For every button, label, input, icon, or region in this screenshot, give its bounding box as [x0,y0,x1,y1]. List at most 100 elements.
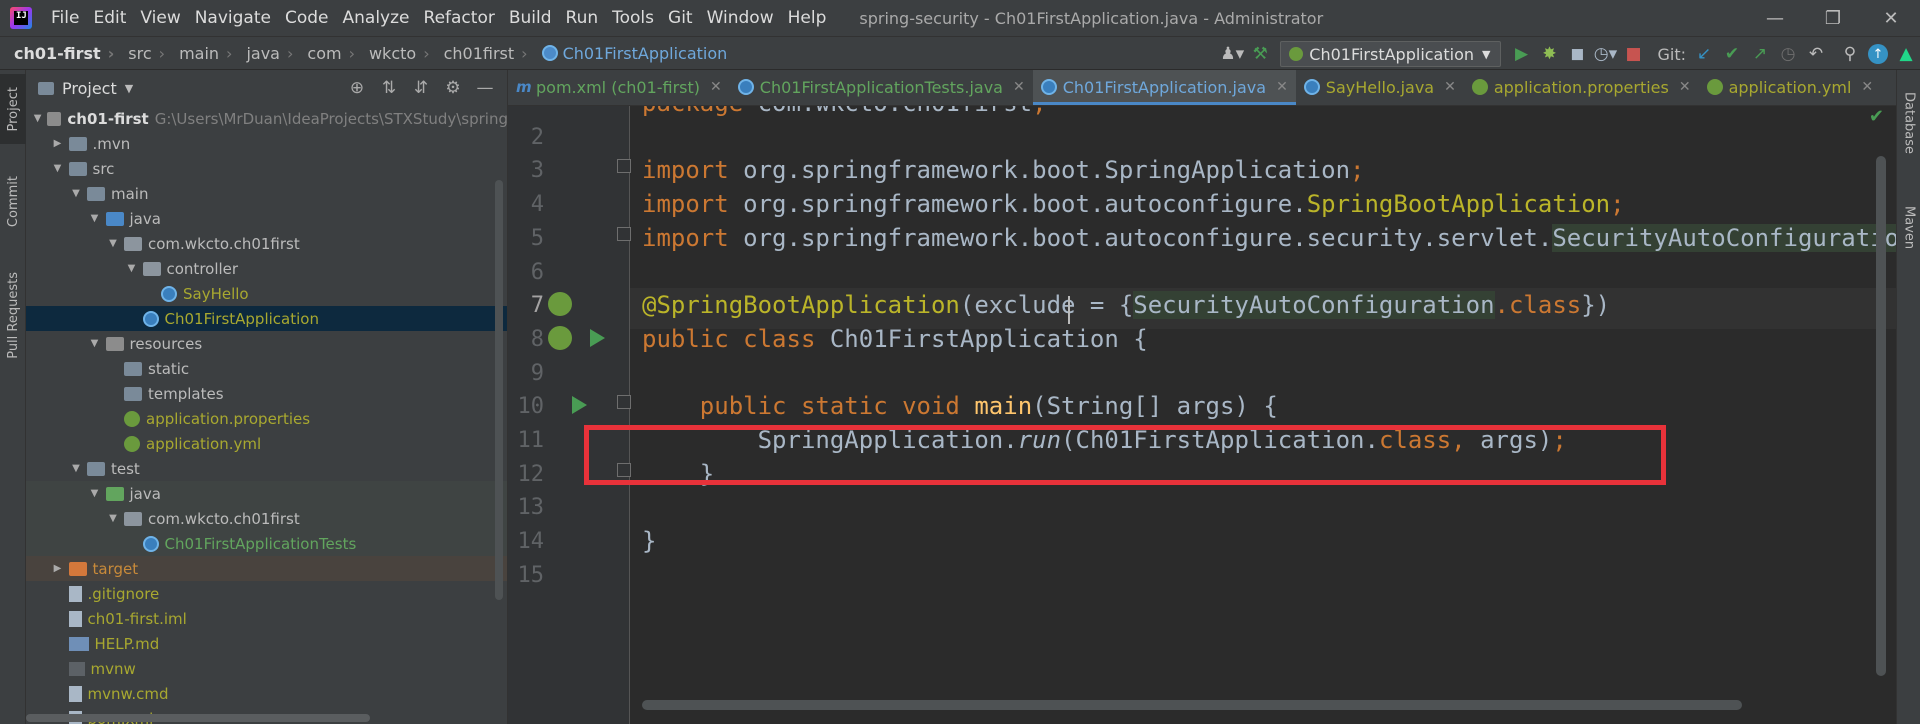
stop-icon[interactable]: ■ [1619,40,1647,68]
expand-all-icon[interactable]: ⇅ [373,78,405,98]
coverage-icon[interactable]: ◼ [1563,40,1591,68]
chevron-down-icon[interactable]: ▼ [88,488,102,499]
breadcrumb-item[interactable]: main › [165,44,232,63]
menu-build[interactable]: Build [502,0,559,36]
tree-vertical-scrollbar[interactable] [495,180,503,600]
chevron-down-icon[interactable]: ▼ [106,513,120,524]
close-icon[interactable]: ✕ [1013,79,1025,95]
menu-refactor[interactable]: Refactor [417,0,502,36]
git-push-icon[interactable]: ↗ [1746,40,1774,68]
tree-item[interactable]: ▶ .mvn [26,131,507,156]
breadcrumb-item[interactable]: wkcto › [355,44,430,63]
menu-file[interactable]: File [44,0,86,36]
tree-item[interactable]: SayHello [26,281,507,306]
build-hammer-icon[interactable]: ⚒ [1246,40,1274,68]
tree-item[interactable]: ▼ ch01-first G:\Users\MrDuan\IdeaProjects\… [26,106,507,131]
breadcrumb-item[interactable]: com › [293,44,355,63]
chevron-right-icon[interactable]: ▶ [51,563,65,574]
editor-tab[interactable]: application.properties ✕ [1464,70,1699,105]
breadcrumb-item[interactable]: ch01-first › [0,44,114,63]
run-icon[interactable]: ▶ [1507,40,1535,68]
tree-item[interactable]: templates [26,381,507,406]
tree-item[interactable]: HELP.md [26,631,507,656]
tree-item[interactable]: Ch01FirstApplicationTests [26,531,507,556]
menu-tools[interactable]: Tools [605,0,661,36]
chevron-down-icon[interactable]: ▼ [125,263,139,274]
breadcrumb-item[interactable]: java › [232,44,293,63]
menu-git[interactable]: Git [661,0,700,36]
fold-marker-icon[interactable] [617,159,631,174]
tree-item[interactable]: ▼ java [26,481,507,506]
breadcrumb-item[interactable]: ch01first › [430,44,528,63]
update-icon[interactable]: ↑ [1864,40,1892,68]
inspection-ok-icon[interactable]: ✔ [1869,106,1884,127]
close-icon[interactable]: ✕ [1444,79,1456,95]
chevron-down-icon[interactable]: ▼ [106,238,120,249]
tree-item[interactable]: .gitignore [26,581,507,606]
spring-bean-icon[interactable] [548,325,572,350]
menu-run[interactable]: Run [559,0,606,36]
gear-icon[interactable]: ⚙ [437,78,469,98]
chevron-down-icon[interactable]: ▼ [88,338,102,349]
menu-window[interactable]: Window [700,0,781,36]
database-tool-tab[interactable]: Database [1897,78,1920,168]
chevron-down-icon[interactable]: ▼ [125,82,133,95]
close-icon[interactable]: ✕ [710,79,722,95]
menu-code[interactable]: Code [278,0,336,36]
close-icon[interactable]: ✕ [1861,79,1873,95]
menu-help[interactable]: Help [781,0,834,36]
git-update-icon[interactable]: ↙ [1690,40,1718,68]
tree-item[interactable]: ch01-first.iml [26,606,507,631]
tree-item[interactable]: ▼ src [26,156,507,181]
chevron-down-icon[interactable]: ▼ [88,213,102,224]
editor-tab[interactable]: Ch01FirstApplicationTests.java ✕ [730,70,1033,105]
minimize-button[interactable]: — [1746,0,1804,36]
editor-tab[interactable]: Ch01FirstApplication.java ✕ [1032,70,1296,105]
restore-button[interactable]: ❐ [1804,0,1862,36]
code-line[interactable]: package com.wkcto.ch01first; [642,106,1047,124]
chevron-down-icon[interactable]: ▼ [69,188,83,199]
git-commit-icon[interactable]: ✔ [1718,40,1746,68]
tree-item[interactable]: ▶ target [26,556,507,581]
editor-horizontal-scrollbar[interactable] [642,700,1742,710]
run-gutter-icon[interactable] [572,396,587,415]
tree-horizontal-scrollbar[interactable] [26,714,370,722]
run-gutter-icon[interactable] [590,328,605,347]
collapse-all-icon[interactable]: ⇵ [405,78,437,98]
code-editor[interactable]: 23456789101112131415 package com.wkcto.c… [508,106,1896,724]
close-button[interactable]: ✕ [1862,0,1920,36]
search-icon[interactable]: ⚲ [1836,40,1864,68]
project-panel-title[interactable]: Project [62,79,117,98]
menu-view[interactable]: View [133,0,187,36]
tree-item[interactable]: ▼ java [26,206,507,231]
chevron-down-icon[interactable]: ▼ [69,463,83,474]
hide-panel-icon[interactable]: — [469,78,501,98]
chevron-right-icon[interactable]: ▶ [51,138,65,149]
pull-requests-tool-tab[interactable]: Pull Requests [0,260,26,370]
menu-analyze[interactable]: Analyze [336,0,417,36]
editor-tab[interactable]: m pom.xml (ch01-first) ✕ [508,70,730,105]
debug-icon[interactable]: ✸ [1535,40,1563,68]
tree-item[interactable]: mvnw.cmd [26,681,507,706]
editor-tab[interactable]: SayHello.java ✕ [1296,70,1464,105]
editor-tab[interactable]: application.yml ✕ [1699,70,1882,105]
fold-marker-icon[interactable] [617,226,631,241]
tree-item[interactable]: ▼ main [26,181,507,206]
menu-navigate[interactable]: Navigate [188,0,278,36]
tree-item[interactable]: static [26,356,507,381]
code-line[interactable]: import org.springframework.boot.autoconf… [642,218,1896,259]
fold-marker-icon[interactable] [617,395,631,410]
git-rollback-icon[interactable]: ↶ [1802,40,1830,68]
breadcrumb-item[interactable]: src › [114,44,165,63]
commit-tool-tab[interactable]: Commit [0,166,26,238]
locate-icon[interactable]: ⊕ [341,78,373,98]
editor-vertical-scrollbar[interactable] [1876,156,1886,676]
user-icon[interactable]: ♟▾ [1218,40,1246,68]
project-tool-tab[interactable]: Project [0,74,26,144]
close-icon[interactable]: ✕ [1276,79,1288,95]
maven-tool-tab[interactable]: Maven [1897,188,1920,268]
spring-bean-icon[interactable] [548,292,572,317]
close-icon[interactable]: ✕ [1679,79,1691,95]
tree-item[interactable]: Ch01FirstApplication [26,306,507,331]
tree-item[interactable]: application.properties [26,406,507,431]
